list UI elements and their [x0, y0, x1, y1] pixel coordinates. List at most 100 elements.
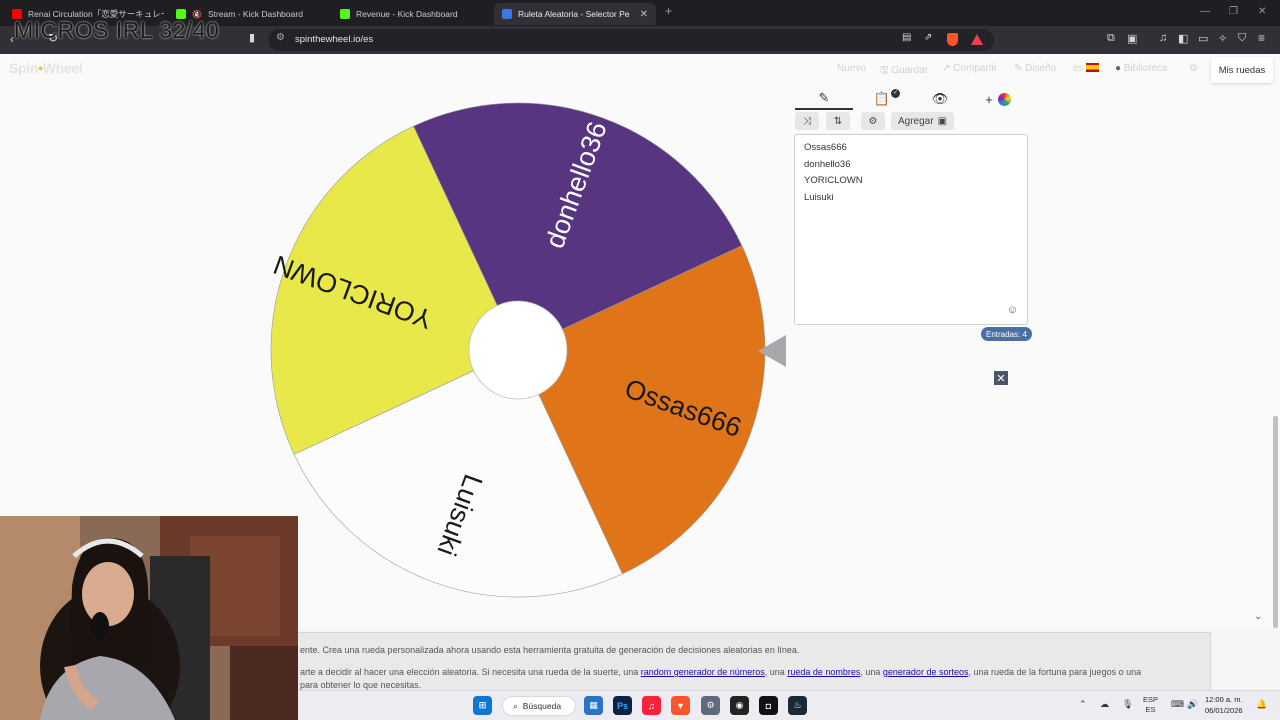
photoshop-icon[interactable]: Ps	[613, 696, 632, 715]
gear-icon: ⚙	[868, 115, 878, 127]
emoji-icon[interactable]: ☺	[1007, 304, 1018, 316]
language-indicator[interactable]: ESP ES	[1143, 695, 1158, 715]
media-icon[interactable]: ♫	[1159, 32, 1167, 44]
leo-icon[interactable]: ✧	[1218, 32, 1227, 45]
minimize-icon[interactable]: —	[1200, 6, 1210, 17]
tab-ruleta-aleatoria[interactable]: Ruleta Aleatoria - Selector Personalizad…	[494, 3, 656, 25]
plus-icon: +	[985, 91, 993, 107]
clipboard-icon: 📋	[873, 91, 891, 106]
steam-icon[interactable]: ♨	[788, 696, 807, 715]
description-text: , una	[764, 667, 788, 677]
mis-ruedas-button[interactable]: Mis ruedas	[1211, 57, 1273, 83]
clock-time: 12:00 a. m.	[1205, 695, 1243, 704]
chevron-down-icon[interactable]: ⌄	[1254, 611, 1262, 622]
image-icon: ▣	[937, 115, 948, 127]
site-logo[interactable]: Spin•Wheel	[9, 60, 83, 76]
spain-flag-icon	[1086, 63, 1100, 72]
link-random-number[interactable]: random generador de números	[641, 667, 765, 677]
brave-browser-icon[interactable]: ▼	[671, 696, 690, 715]
reader-icon[interactable]: ▤	[902, 32, 911, 43]
page-scrollbar[interactable]	[1273, 416, 1278, 628]
system-clock[interactable]: 12:00 a. m. 06/01/2026	[1205, 694, 1243, 716]
shuffle-button[interactable]: ⤨	[795, 112, 819, 130]
add-image-button[interactable]: Agregar ▣	[891, 112, 954, 130]
windows-start-icon[interactable]: ⊞	[473, 696, 492, 715]
nav-nuevo[interactable]: Nuevo	[837, 63, 866, 74]
nav-compartir-label: Compartir	[953, 63, 998, 74]
maximize-icon[interactable]: ❐	[1229, 6, 1238, 17]
brave-rewards-icon[interactable]	[971, 34, 983, 45]
tab-add-wheel[interactable]: +	[969, 88, 1027, 110]
nav-guardar[interactable]: 🖫 Guardar	[880, 63, 928, 80]
search-label: Búsqueda	[522, 701, 562, 711]
screenshot-icon[interactable]: ▣	[1127, 32, 1137, 45]
share-icon[interactable]: ⇗	[924, 32, 932, 43]
webcam-feed-image	[0, 516, 298, 720]
entries-textarea[interactable]: Ossas666 donhello36 YORICLOWN Luisuki ☺	[794, 134, 1028, 325]
sort-icon: ⇅	[833, 115, 843, 127]
microphone-icon[interactable]: 🎙	[1122, 699, 1133, 710]
tab-results[interactable]: 📋	[853, 88, 911, 110]
capture-app-icon[interactable]: ◘	[759, 696, 778, 715]
entries-count-badge: Entradas: 4	[981, 327, 1032, 341]
obs-icon[interactable]: ◉	[730, 696, 749, 715]
network-icon[interactable]: ⌨	[1171, 699, 1184, 710]
nav-compartir[interactable]: ↗ Compartir	[942, 63, 997, 74]
cloud-icon[interactable]: ☁	[1100, 699, 1109, 710]
close-window-icon[interactable]: ✕	[1258, 6, 1266, 17]
vpn-icon[interactable]: ⛉	[1238, 32, 1246, 45]
tab-label: Stream - Kick Dashboard	[207, 9, 303, 19]
chevron-up-icon[interactable]: ⌃	[1079, 699, 1087, 710]
taskbar-search[interactable]: ⌕ Búsqueda	[502, 696, 576, 716]
address-bar[interactable]: ⚙ spinthewheel.io/es ▤ ⇗	[268, 29, 994, 51]
task-view-icon[interactable]: ▦	[584, 696, 603, 715]
entry-line: Ossas666	[804, 142, 847, 153]
tab-edit-entries[interactable]: ✎	[795, 88, 853, 110]
extensions-icon[interactable]: ⧉	[1107, 32, 1115, 45]
close-ad-button[interactable]: ✕	[994, 371, 1008, 385]
close-icon: ✕	[996, 372, 1006, 385]
sidebar-icon[interactable]: ◧	[1178, 32, 1188, 45]
results-badge-icon: ✓	[891, 89, 900, 98]
wallet-icon[interactable]: ▭	[1198, 32, 1208, 45]
bookmark-icon[interactable]: ▮	[249, 31, 255, 44]
pencil-icon: ✎	[818, 90, 830, 105]
tab-hidden[interactable]: 👁	[911, 88, 969, 110]
image-settings-button[interactable]: ⚙	[861, 112, 885, 130]
entry-line: YORICLOWN	[804, 175, 863, 187]
wheel-center-hub[interactable]	[468, 300, 568, 400]
clock-date: 06/01/2026	[1205, 706, 1243, 715]
spin-wheel[interactable]: Ossas666LuisukiYORICLOWNdonhello36	[260, 94, 800, 614]
wheel-pointer	[758, 335, 786, 367]
nav-guardar-label: Guardar	[891, 65, 928, 76]
volume-icon[interactable]: 🔊	[1187, 699, 1198, 710]
new-tab-icon[interactable]: +	[665, 4, 672, 18]
close-icon[interactable]: ✕	[640, 9, 648, 20]
search-icon: ⌕	[513, 700, 518, 711]
language-selector[interactable]: es	[1073, 63, 1100, 74]
notification-bell-icon[interactable]: 🔔	[1256, 699, 1267, 710]
kick-icon	[340, 9, 350, 19]
tab-revenue-kick[interactable]: Revenue - Kick Dashboard	[332, 3, 492, 25]
eye-slash-icon: 👁	[931, 91, 949, 106]
menu-icon[interactable]: ≡	[1258, 31, 1265, 45]
settings-gear-icon[interactable]: ⚙	[701, 696, 720, 715]
settings-icon[interactable]: ⚙	[1189, 63, 1198, 74]
nav-biblioteca[interactable]: ● Biblioteca	[1115, 63, 1167, 74]
itunes-icon[interactable]: ♫	[642, 696, 661, 715]
stream-overlay-title: MICROS IRL 32/40	[14, 17, 220, 43]
description-text: arte a decidir al hacer una elección ale…	[300, 667, 641, 677]
sort-button[interactable]: ⇅	[826, 112, 850, 130]
link-name-wheel[interactable]: rueda de nombres	[787, 667, 860, 677]
nav-biblioteca-label: Biblioteca	[1123, 63, 1168, 74]
nav-diseno[interactable]: ✎ Diseño	[1014, 63, 1056, 74]
entry-line: Luisuki	[804, 192, 834, 204]
webcam-overlay	[0, 516, 298, 720]
logo-text-left: Spin	[9, 60, 39, 76]
panel-tabs: ✎ 📋 ✓ 👁 +	[795, 88, 1027, 110]
globe-icon: ●	[1115, 63, 1122, 74]
link-raffle-generator[interactable]: generador de sorteos	[883, 667, 969, 677]
site-settings-icon[interactable]: ⚙	[276, 32, 285, 43]
add-button-label: Agregar	[897, 115, 934, 127]
brave-shield-icon[interactable]	[947, 33, 958, 46]
